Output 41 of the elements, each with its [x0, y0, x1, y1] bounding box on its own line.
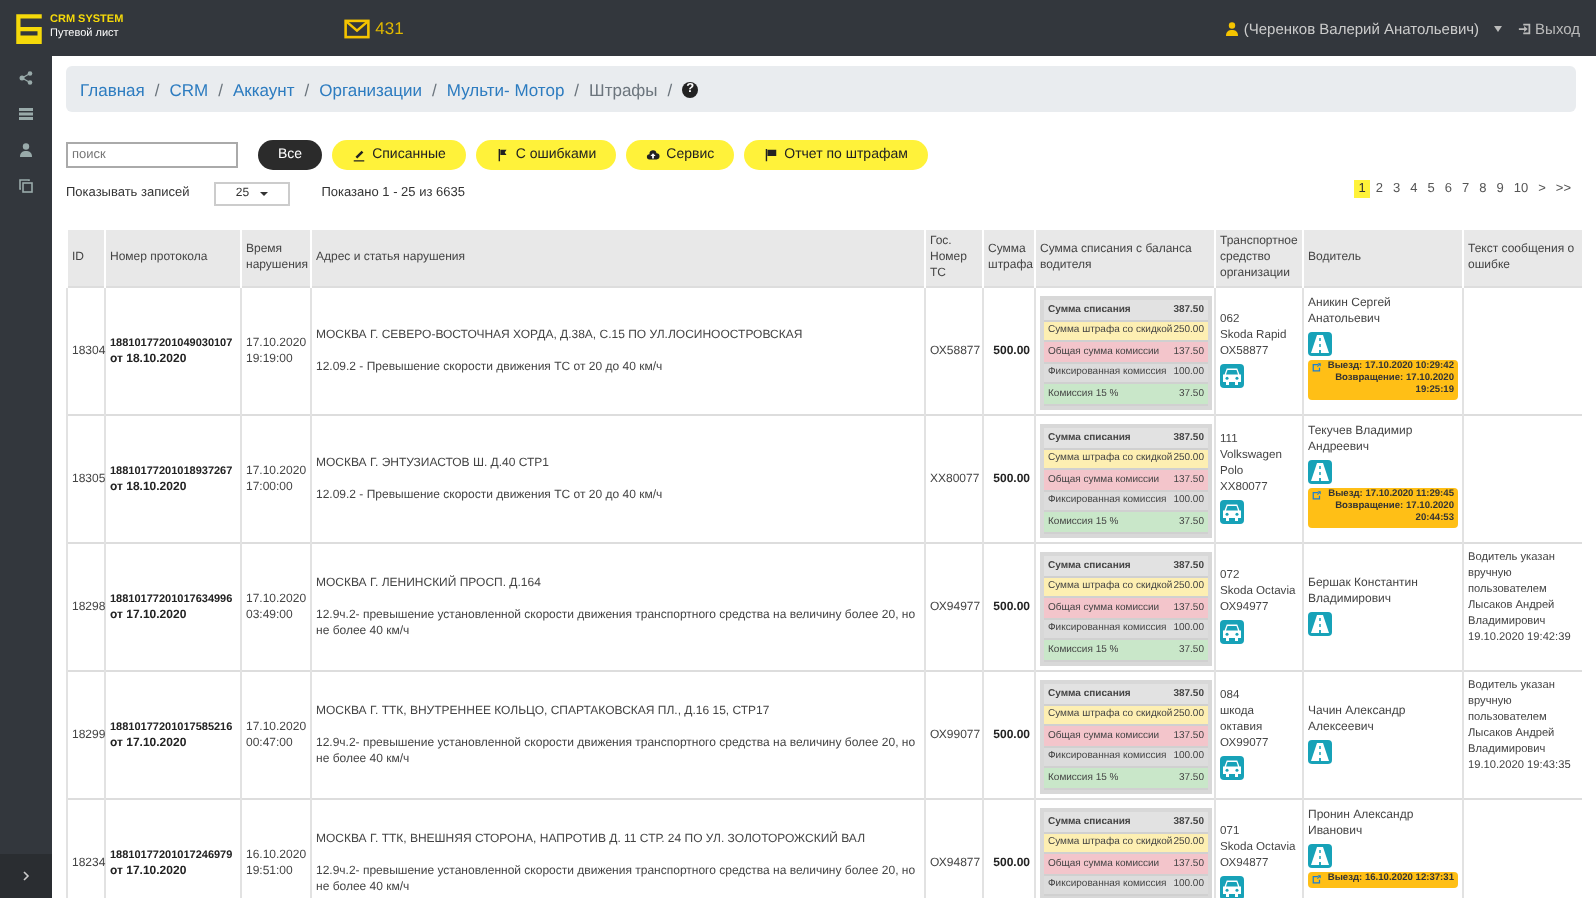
breadcrumb-separator: / [574, 79, 580, 99]
breadcrumb-link[interactable]: Главная [80, 79, 145, 99]
cloud-upload-icon [646, 148, 661, 162]
breadcrumb-separator: / [154, 79, 160, 99]
breadcrumb-link[interactable]: CRM [169, 79, 209, 99]
car-icon[interactable] [1220, 875, 1244, 898]
pencil-icon [352, 148, 367, 162]
car-icon[interactable] [1220, 755, 1244, 779]
road-icon[interactable] [1308, 739, 1332, 763]
list-icon[interactable] [18, 106, 34, 122]
car-icon[interactable] [1220, 619, 1244, 643]
flag-icon [495, 148, 510, 162]
breadcrumb-separator: / [667, 79, 673, 99]
edit-icon[interactable] [1312, 362, 1322, 372]
breadcrumb-link[interactable]: Аккаунт [232, 79, 295, 99]
breadcrumb-separator: / [304, 79, 310, 99]
share-icon[interactable] [18, 70, 34, 86]
car-icon[interactable] [1220, 363, 1244, 387]
breadcrumb-link[interactable]: Мульти- Мотор [446, 79, 565, 99]
car-icon[interactable] [1220, 499, 1244, 523]
road-icon[interactable] [1308, 460, 1332, 484]
breadcrumb-separator: / [218, 79, 223, 99]
logout-icon [1517, 21, 1532, 35]
breadcrumb-separator: / [432, 79, 437, 99]
road-icon[interactable] [1308, 611, 1332, 635]
edit-icon[interactable] [1312, 490, 1322, 500]
user-icon[interactable] [18, 142, 34, 158]
caret-icon[interactable] [1493, 25, 1502, 31]
breadcrumb-link[interactable]: Организации [319, 79, 423, 99]
expand-icon[interactable] [18, 868, 34, 884]
edit-icon[interactable] [1312, 874, 1322, 884]
breadcrumb-current: Штрафы [589, 79, 658, 99]
copy-icon[interactable] [18, 178, 34, 194]
mail-icon[interactable] [341, 15, 372, 41]
logo-icon[interactable] [12, 11, 46, 45]
flag-icon [764, 148, 779, 162]
user-icon [1223, 19, 1240, 37]
caret-icon [259, 191, 268, 195]
road-icon[interactable] [1308, 844, 1332, 868]
road-icon[interactable] [1308, 332, 1332, 356]
message-count[interactable]: 431 [375, 18, 404, 38]
